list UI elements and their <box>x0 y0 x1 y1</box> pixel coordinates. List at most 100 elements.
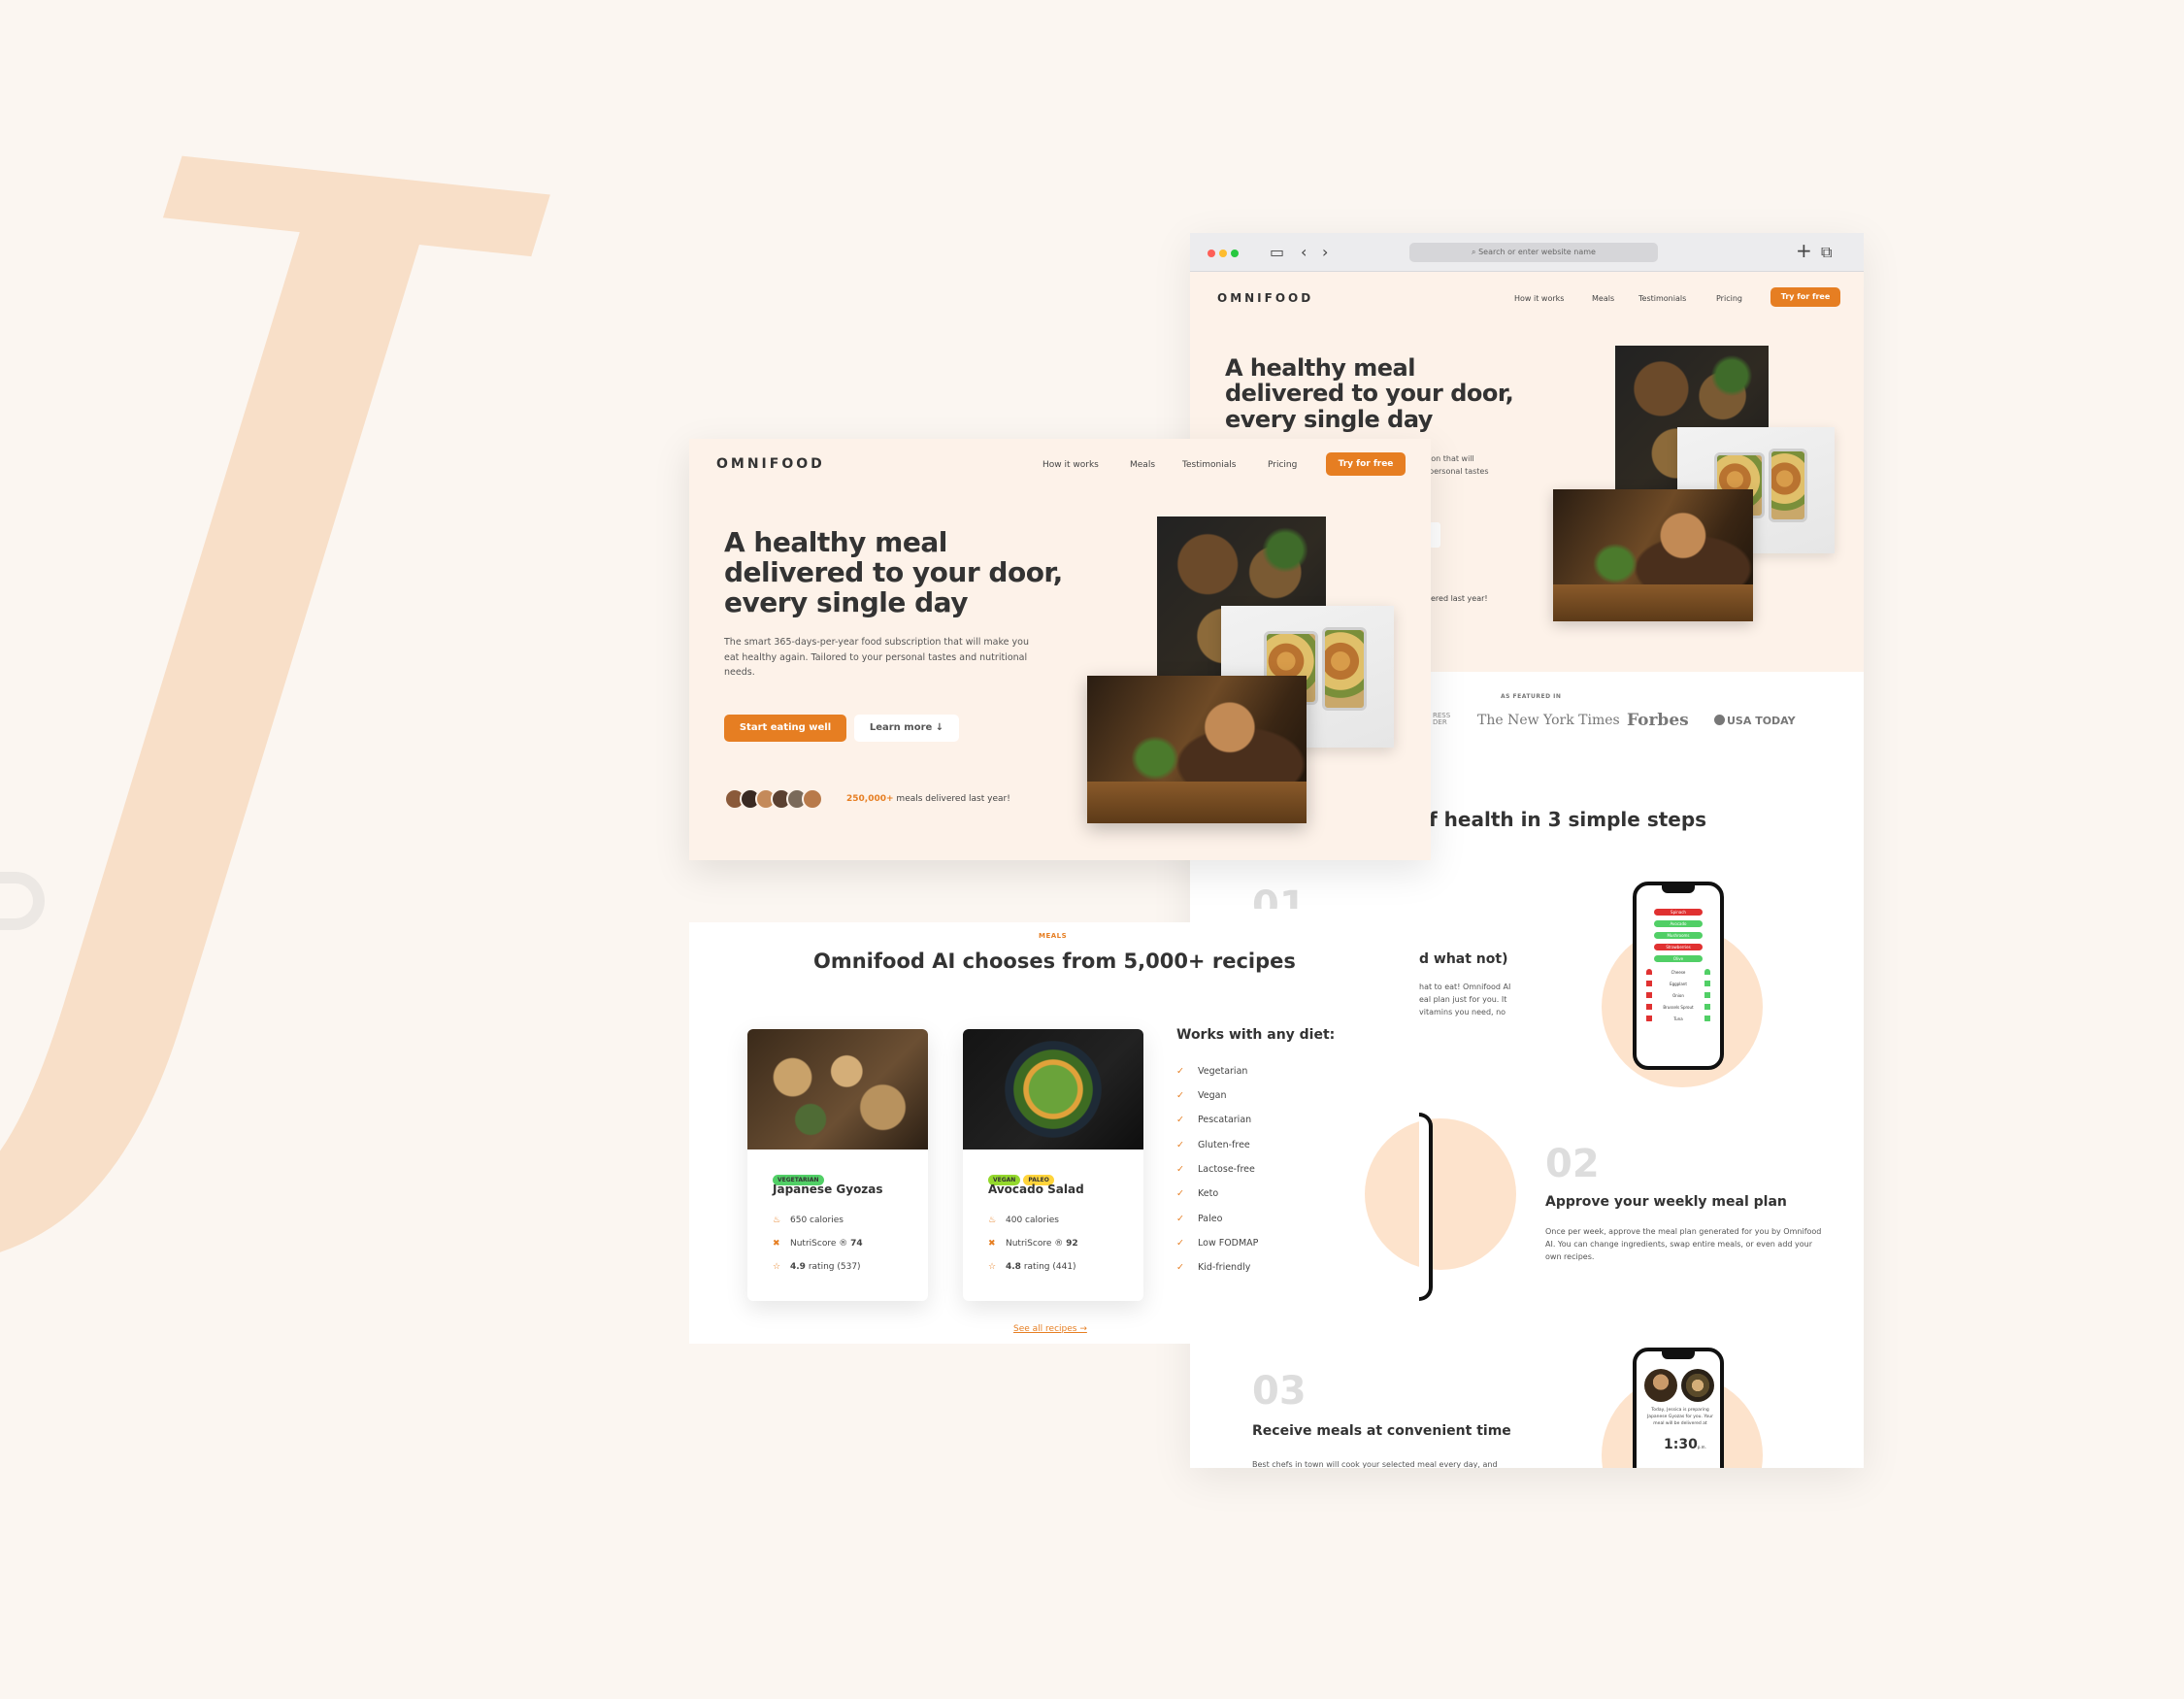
meal-thumbnail <box>1681 1369 1714 1402</box>
remove-icons <box>1646 969 1652 1023</box>
check-icon: ✓ <box>1176 1214 1184 1224</box>
nav-testimonials[interactable]: Testimonials <box>1182 460 1236 470</box>
new-tab-icon[interactable]: + <box>1796 241 1812 260</box>
ingredient-row: Tuna <box>1654 1016 1703 1022</box>
diet-item: ✓ Paleo <box>1176 1214 1222 1224</box>
step-2-circle <box>1365 1118 1516 1270</box>
meal-photo-gyozas <box>747 1029 928 1149</box>
sidebar-icon[interactable]: ▭ <box>1270 243 1284 262</box>
flame-icon: ♨ <box>988 1216 997 1225</box>
delivered-meals-text: 250,000+ meals delivered last year! <box>846 794 1010 804</box>
nav-how-it-works[interactable]: How it works <box>1042 460 1099 470</box>
diet-list: Works with any diet: ✓ Vegetarian ✓ Vegan … <box>1176 1027 1371 1289</box>
maximize-dot[interactable] <box>1231 250 1239 257</box>
url-bar[interactable]: ⌕ Search or enter website name <box>1409 243 1658 262</box>
tabs-icon[interactable]: ⧉ <box>1821 243 1832 262</box>
forward-icon[interactable]: › <box>1322 243 1328 262</box>
check-icon: ✓ <box>1176 1238 1184 1249</box>
meal-photo-avocado-salad <box>963 1029 1143 1149</box>
partial-text-1: ion that will <box>1429 454 1474 463</box>
hero-section-card: OMNIFOOD How it works Meals Testimonials… <box>689 439 1431 860</box>
rating-value: 4.9 <box>790 1262 806 1272</box>
meals-label: MEALS <box>1039 932 1068 940</box>
check-icon: ✓ <box>1176 1140 1184 1150</box>
step-1-text: hat to eat! Omnifood AI eal plan just fo… <box>1419 981 1510 1019</box>
close-dot[interactable] <box>1208 250 1215 257</box>
phone-mockup-partial <box>1419 1113 1433 1301</box>
meal-nutriscore: ✖ NutriScore ® 74 <box>773 1239 863 1249</box>
check-icon: ✓ <box>1176 1164 1184 1175</box>
ingredient-pill: Avocado <box>1654 920 1703 927</box>
meals-section-card: MEALS Omnifood AI chooses from 5,000+ re… <box>689 922 1296 1344</box>
calories-value: 650 calories <box>790 1216 844 1225</box>
ingredient-row: Onion <box>1654 992 1703 999</box>
step-2-number: 02 <box>1545 1142 1600 1186</box>
step-3-text: Best chefs in town will cook your select… <box>1252 1460 1498 1468</box>
back-icon[interactable]: ‹ <box>1301 243 1307 262</box>
diet-label: Kid-friendly <box>1198 1262 1251 1273</box>
url-placeholder: Search or enter website name <box>1478 248 1596 256</box>
forbes-logo: Forbes <box>1627 711 1689 730</box>
meal-card-avocado-salad[interactable]: VEGAN PALEO Avocado Salad ♨ 400 calories ✖… <box>963 1029 1143 1301</box>
step-3-number: 03 <box>1252 1369 1307 1414</box>
try-for-free-button[interactable]: Try for free <box>1326 452 1406 476</box>
usa-today-logo: USA TODAY <box>1714 715 1796 727</box>
learn-more-button[interactable]: Learn more ↓ <box>854 715 959 742</box>
diet-item: ✓ Pescatarian <box>1176 1115 1251 1125</box>
step-1-text-line-3: vitamins you need, no <box>1419 1008 1506 1017</box>
ingredient-pill: Olive <box>1654 955 1703 962</box>
hero-photo-woman-eating <box>1553 489 1753 621</box>
minimize-dot[interactable] <box>1219 250 1227 257</box>
nav-meals[interactable]: Meals <box>1592 294 1614 303</box>
hero-description-partial: ion that will personal tastes <box>1429 452 1489 478</box>
partial-logo-line-2: DER <box>1433 718 1447 726</box>
nav-meals[interactable]: Meals <box>1130 460 1155 470</box>
meal-card-japanese-gyozas[interactable]: VEGETARIAN Japanese Gyozas ♨ 650 calories… <box>747 1029 928 1301</box>
diet-label: Vegan <box>1198 1090 1227 1101</box>
meal-calories: ♨ 400 calories <box>988 1216 1059 1225</box>
delivery-time-value: 1:30 <box>1664 1437 1698 1452</box>
hero-title-line-1: A healthy meal <box>1225 354 1415 382</box>
phone-mockup-ingredients: Spinach Avocado Mushrooms Strawberries O… <box>1633 882 1724 1070</box>
ingredient-row: Cheese <box>1654 969 1703 976</box>
nav-pricing[interactable]: Pricing <box>1716 294 1742 303</box>
meal-title: Avocado Salad <box>988 1183 1084 1196</box>
delivered-label: meals delivered last year! <box>896 794 1010 804</box>
delivered-text-partial: ered last year! <box>1431 594 1488 603</box>
ingredient-row: Eggplant <box>1654 981 1703 987</box>
diet-item: ✓ Vegetarian <box>1176 1066 1247 1077</box>
phone-mockup-delivery: Today, Jessica is preparing Japanese Gyo… <box>1633 1348 1724 1468</box>
ingredient-pill: Mushrooms <box>1654 932 1703 939</box>
logo[interactable]: OMNIFOOD <box>716 456 825 472</box>
hero-title: A healthy meal delivered to your door, e… <box>1225 354 1514 433</box>
logo[interactable]: OMNIFOOD <box>1217 291 1313 305</box>
diet-label: Low FODMAP <box>1198 1238 1259 1249</box>
utensils-icon: ✖ <box>988 1239 996 1249</box>
avatar <box>802 788 823 810</box>
step-1-number: 01 <box>1252 883 1307 909</box>
star-icon: ☆ <box>988 1262 997 1272</box>
flame-icon: ♨ <box>773 1216 781 1225</box>
nav-how-it-works[interactable]: How it works <box>1514 294 1564 303</box>
check-icon: ✓ <box>1176 1262 1184 1273</box>
rating-count: rating (537) <box>808 1262 861 1272</box>
meal-nutriscore: ✖ NutriScore ® 92 <box>988 1239 1078 1249</box>
step-1-text-line-1: hat to eat! Omnifood AI <box>1419 983 1511 991</box>
partial-text-2: personal tastes <box>1429 467 1489 477</box>
nav-testimonials[interactable]: Testimonials <box>1638 294 1686 303</box>
delivery-ampm: p.m. <box>1697 1445 1706 1449</box>
see-all-recipes-link[interactable]: See all recipes → <box>1013 1324 1087 1334</box>
step-2-text: Once per week, approve the meal plan gen… <box>1545 1227 1822 1262</box>
diet-heading: Works with any diet: <box>1176 1027 1336 1043</box>
diet-item: ✓ Lactose-free <box>1176 1164 1255 1175</box>
diet-item: ✓ Gluten-free <box>1176 1140 1250 1150</box>
site-header: OMNIFOOD How it works Meals Testimonials… <box>1190 272 1864 326</box>
start-eating-well-button[interactable]: Start eating well <box>724 715 846 742</box>
nav-pricing[interactable]: Pricing <box>1268 460 1297 470</box>
calories-value: 400 calories <box>1006 1216 1059 1225</box>
hero-title-line-3: every single day <box>724 585 968 618</box>
delivery-time: 1:30p.m. <box>1664 1437 1706 1452</box>
meal-rating: ☆ 4.8 rating (441) <box>988 1262 1076 1272</box>
background-monogram: J <box>0 0 520 1354</box>
try-for-free-button[interactable]: Try for free <box>1770 287 1840 307</box>
